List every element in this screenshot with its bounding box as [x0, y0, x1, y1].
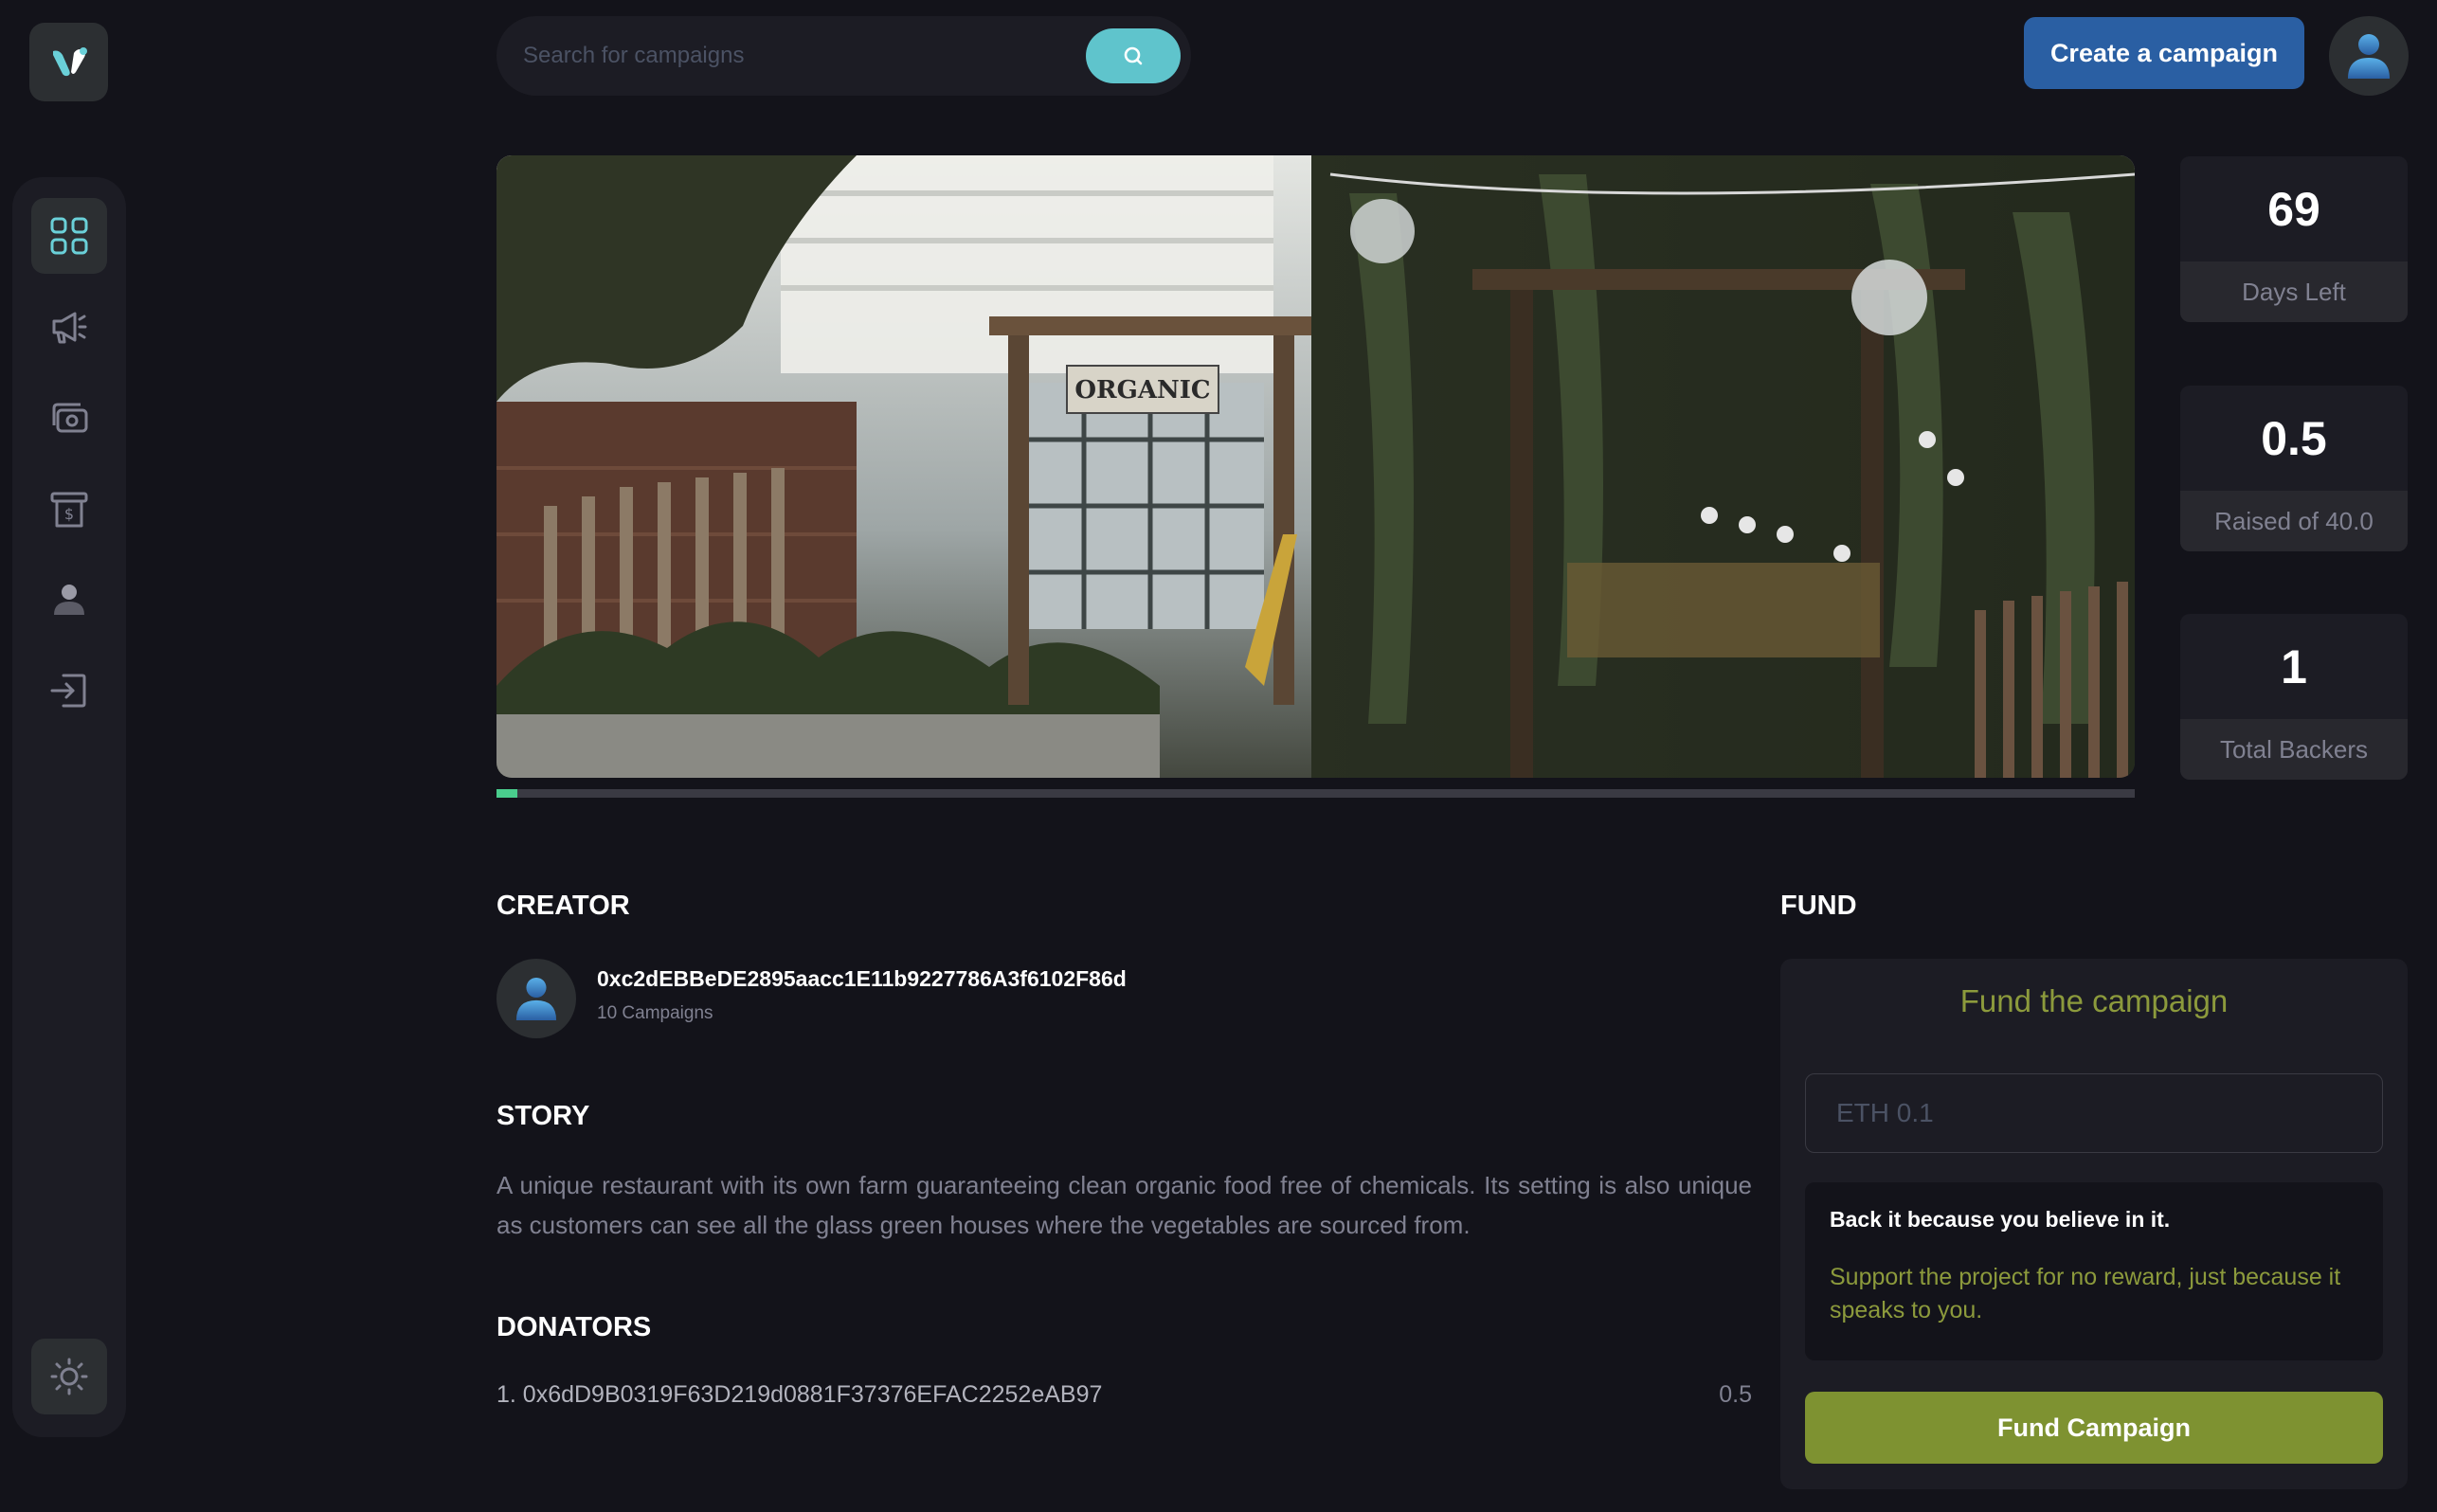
- creator-campaign-count: 10 Campaigns: [597, 1003, 713, 1023]
- funding-progress-fill: [496, 789, 517, 798]
- days-left-value: 69: [2267, 182, 2320, 236]
- profile-icon: [54, 585, 84, 615]
- withdraw-icon: $: [50, 492, 88, 528]
- user-avatar-icon: [515, 977, 557, 1020]
- fund-heading: Fund: [1780, 891, 1857, 921]
- back-info-title: Back it because you believe in it.: [1830, 1207, 2171, 1232]
- theme-toggle[interactable]: [31, 1339, 107, 1414]
- funding-progress-bar: [496, 789, 2135, 798]
- story-text: A unique restaurant with its own farm gu…: [496, 1171, 1752, 1239]
- user-avatar-icon: [2348, 34, 2390, 79]
- sidebar: $: [12, 177, 126, 1437]
- raised-label: Raised of 40.0: [2180, 491, 2408, 551]
- stat-backers: 1 Total Backers: [2180, 614, 2408, 780]
- backers-value: 1: [2281, 639, 2307, 693]
- days-left-label: Days Left: [2180, 261, 2408, 322]
- search-input[interactable]: [521, 16, 1090, 96]
- stat-raised: 0.5 Raised of 40.0: [2180, 386, 2408, 551]
- creator-avatar: [496, 959, 576, 1038]
- megaphone-icon: [52, 312, 87, 344]
- creator-address: 0xc2dEBBeDE2895aacc1E11b9227786A3f6102F8…: [597, 966, 1127, 991]
- svg-text:$: $: [64, 505, 74, 523]
- raised-value: 0.5: [2261, 411, 2327, 465]
- story-heading: Story: [496, 1101, 590, 1131]
- fund-panel-title: Fund the campaign: [1959, 983, 2229, 1018]
- app-logo[interactable]: [29, 23, 108, 101]
- back-info-box: Back it because you believe in it. Suppo…: [1805, 1182, 2383, 1360]
- donator-amount: 0.5: [1719, 1381, 1752, 1408]
- sidebar-item-dashboard[interactable]: [31, 198, 107, 274]
- dashboard-icon: [50, 217, 88, 255]
- fund-amount-input[interactable]: [1805, 1073, 2383, 1153]
- payment-icon: [52, 403, 88, 433]
- sidebar-item-campaigns[interactable]: [31, 289, 107, 365]
- stat-days-left: 69 Days Left: [2180, 156, 2408, 322]
- campaign-image: ORGANIC: [496, 155, 2135, 778]
- search-button[interactable]: [1086, 28, 1181, 83]
- creator-heading: Creator: [496, 891, 630, 921]
- sun-icon: [50, 1358, 88, 1395]
- logo-icon: [52, 46, 87, 76]
- greenhouse-image: ORGANIC: [496, 155, 2135, 778]
- profile-avatar[interactable]: [2329, 16, 2409, 96]
- backers-label: Total Backers: [2180, 719, 2408, 780]
- create-campaign-button[interactable]: Create a campaign: [2024, 17, 2304, 89]
- fund-panel: Fund the campaign Back it because you be…: [1780, 959, 2408, 1489]
- donator-address: 1. 0x6dD9B0319F63D219d0881F37376EFAC2252…: [496, 1381, 1103, 1408]
- sidebar-item-withdraw[interactable]: $: [31, 471, 107, 547]
- sidebar-item-logout[interactable]: [31, 653, 107, 729]
- hero-sign-text: ORGANIC: [1074, 376, 1210, 405]
- sidebar-item-profile[interactable]: [31, 562, 107, 638]
- donator-row: 1. 0x6dD9B0319F63D219d0881F37376EFAC2252…: [496, 1381, 1752, 1409]
- back-info-text: Support the project for no reward, just …: [1830, 1264, 2341, 1323]
- donators-heading: Donators: [496, 1312, 652, 1342]
- search-icon: [1124, 46, 1143, 65]
- fund-campaign-button[interactable]: Fund Campaign: [1805, 1392, 2383, 1464]
- search-bar: [496, 16, 1191, 96]
- sidebar-item-payment[interactable]: [31, 380, 107, 456]
- logout-icon: [50, 674, 86, 708]
